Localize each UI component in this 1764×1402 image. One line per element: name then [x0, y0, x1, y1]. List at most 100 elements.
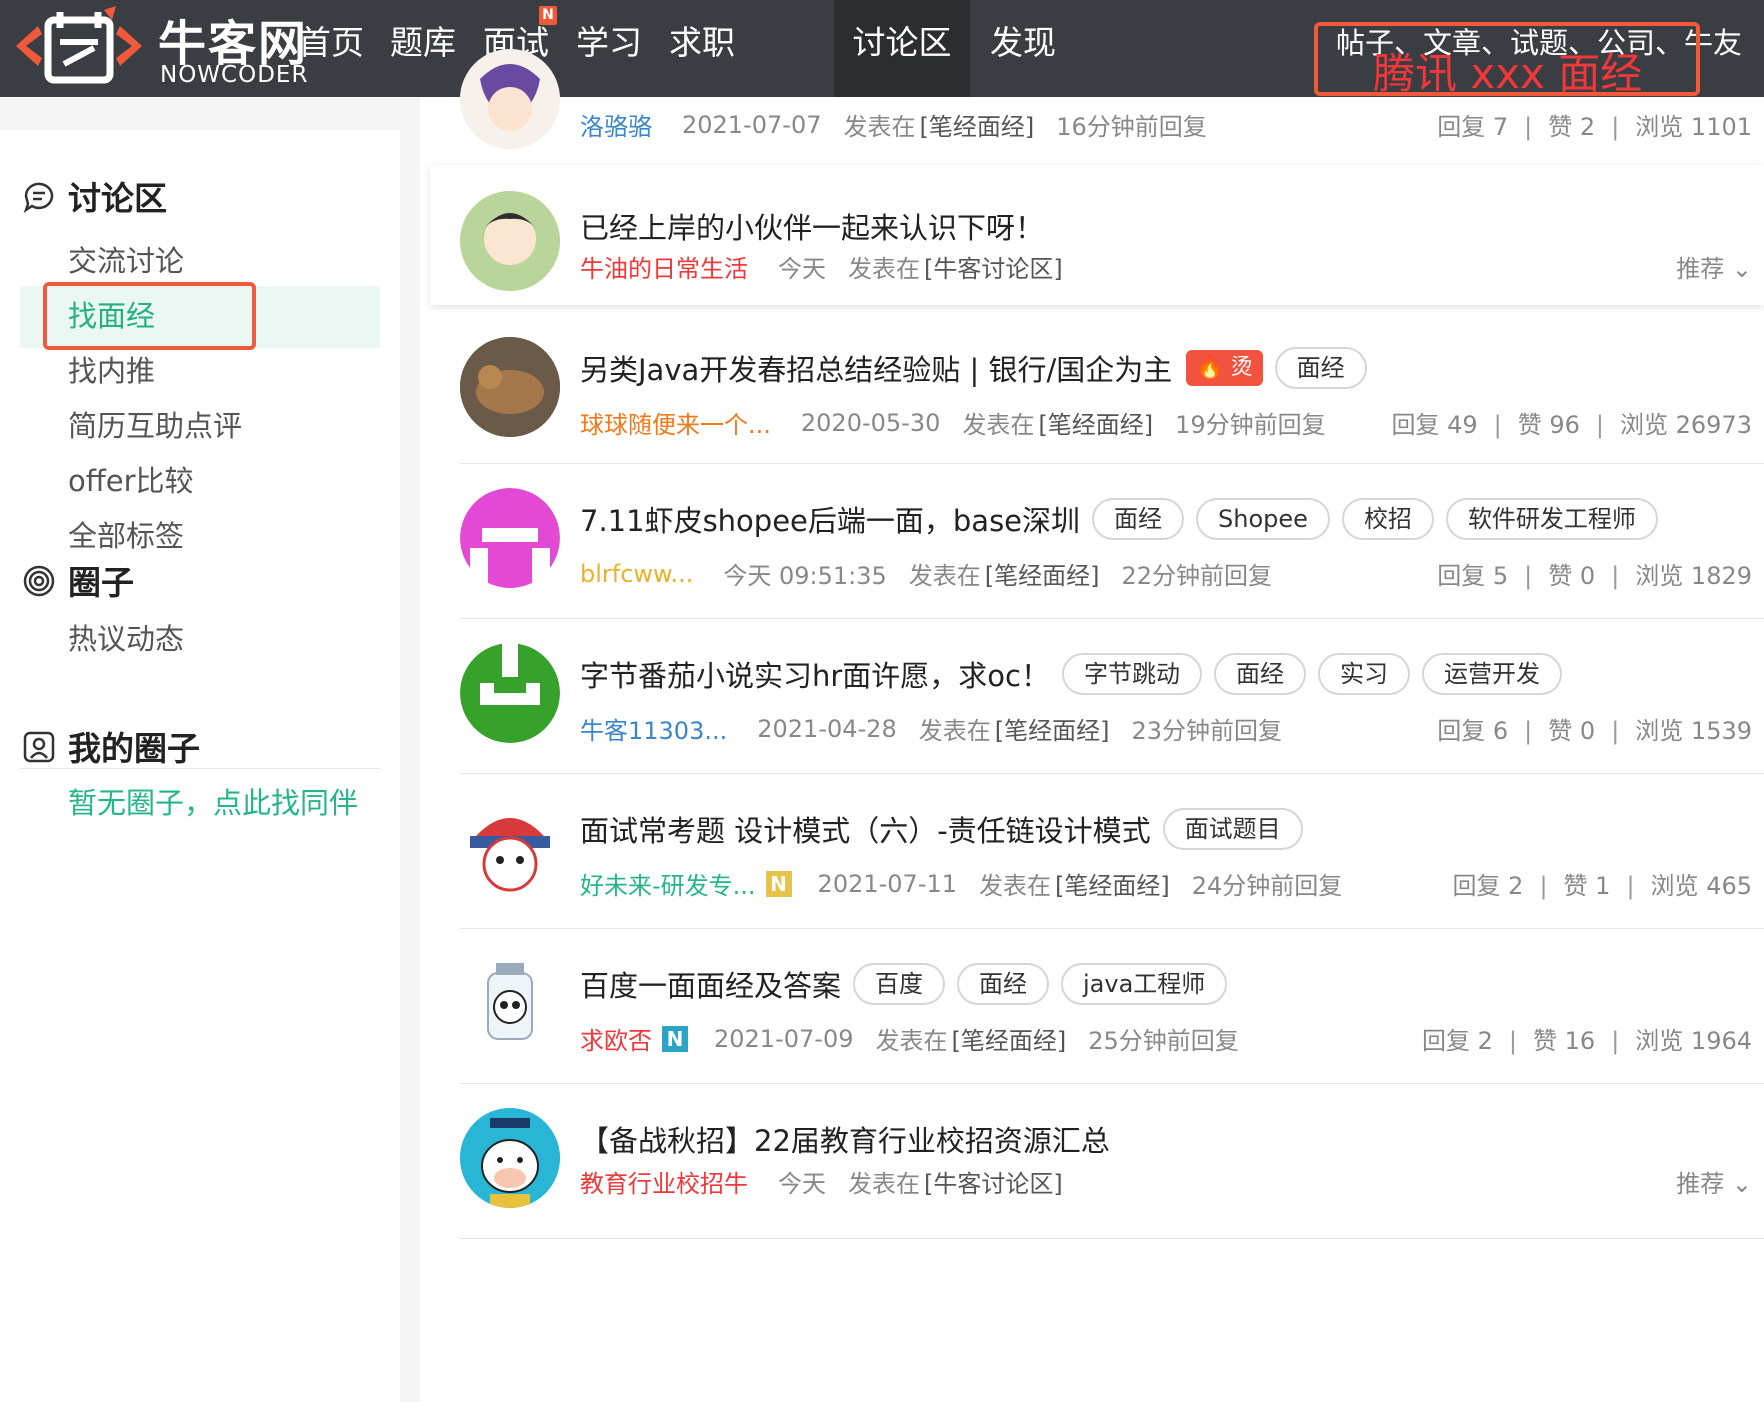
post-meta: 球球随便来一个... 2020-05-30 发表在 [笔经面经] 19分钟前回复: [580, 405, 1326, 440]
post-tag[interactable]: 运营开发: [1422, 653, 1562, 695]
views-label: 浏览: [1635, 113, 1684, 141]
nav-jobs[interactable]: 求职: [647, 0, 757, 97]
post-item[interactable]: 【备战秋招】22届教育行业校招资源汇总 教育行业校招牛 今天 发表在 [牛客讨论…: [420, 1084, 1764, 1239]
post-board[interactable]: [笔经面经]: [919, 107, 1034, 142]
user-avatar[interactable]: [460, 643, 560, 743]
post-board[interactable]: [笔经面经]: [995, 711, 1110, 746]
post-author[interactable]: 牛客11303...: [580, 711, 727, 746]
post-board[interactable]: [牛客讨论区]: [924, 249, 1063, 284]
likes-label: 赞: [1517, 411, 1542, 439]
nowcoder-logo[interactable]: 牛客网 NOWCODER: [8, 0, 308, 97]
views-label: 浏览: [1620, 411, 1668, 439]
post-meta: blrfcww... 今天 09:51:35 发表在 [笔经面经] 22分钟前回…: [580, 556, 1272, 591]
post-author[interactable]: 牛油的日常生活: [580, 249, 748, 284]
post-title-text: 面试常考题 设计模式（六）-责任链设计模式: [580, 814, 1151, 848]
post-tag[interactable]: 面经: [1214, 653, 1306, 695]
post-title[interactable]: 已经上岸的小伙伴一起来认识下呀！: [580, 205, 1044, 247]
post-meta: 教育行业校招牛 今天 发表在 [牛客讨论区]: [580, 1164, 1085, 1199]
post-item[interactable]: 洛骆骆 2021-07-07 发表在 [笔经面经] 16分钟前回复 回复 7 | 赞…: [420, 49, 1764, 164]
replies-label: 回复: [1452, 872, 1501, 900]
post-board[interactable]: [笔经面经]: [1038, 405, 1153, 440]
user-avatar[interactable]: [460, 798, 560, 898]
post-title[interactable]: 字节番茄小说实习hr面许愿，求oc！ 字节跳动 面经 实习 运营开发: [580, 653, 1562, 695]
post-title-text: 【备战秋招】22届教育行业校招资源汇总: [580, 1124, 1110, 1158]
post-tag[interactable]: 面经: [1274, 347, 1367, 389]
circle-title-label: 圈子: [68, 563, 134, 602]
post-title[interactable]: 面试常考题 设计模式（六）-责任链设计模式 面试题目: [580, 808, 1303, 850]
post-title[interactable]: 另类Java开发春招总结经验贴 | 银行/国企为主 🔥 烫 面经: [580, 347, 1367, 389]
post-tag[interactable]: 百度: [853, 963, 946, 1005]
post-tag[interactable]: 软件研发工程师: [1445, 498, 1658, 540]
post-board[interactable]: [笔经面经]: [951, 1021, 1066, 1056]
post-title[interactable]: 7.11虾皮shopee后端一面，base深圳 面经 Shopee 校招 软件研…: [580, 498, 1658, 540]
sidebar-item-all-tags[interactable]: 全部标签: [68, 513, 184, 555]
nav-discussion[interactable]: 讨论区: [834, 0, 970, 97]
post-title[interactable]: 【备战秋招】22届教育行业校招资源汇总: [580, 1118, 1110, 1160]
post-date: 2021-07-09: [714, 1024, 854, 1053]
post-tag[interactable]: Shopee: [1196, 498, 1330, 540]
post-divider: [460, 1238, 1764, 1239]
sidebar-item-referral[interactable]: 找内推: [68, 348, 155, 390]
new-user-badge: N: [662, 1025, 688, 1052]
post-item[interactable]: 另类Java开发春招总结经验贴 | 银行/国企为主 🔥 烫 面经 球球随便来一个…: [420, 319, 1764, 464]
post-author[interactable]: 球球随便来一个...: [580, 405, 771, 440]
post-meta: 牛油的日常生活 今天 发表在 [牛客讨论区]: [580, 249, 1085, 284]
post-stats: 回复 5 | 赞 0 | 浏览 1829: [1437, 562, 1752, 590]
post-author[interactable]: 教育行业校招牛: [580, 1164, 748, 1199]
likes-count: 0: [1579, 562, 1596, 590]
sidebar-item-resume-review[interactable]: 简历互助点评: [68, 403, 242, 445]
nav-discover[interactable]: 发现: [968, 0, 1078, 97]
avatar-cartoon-boy-icon: [460, 191, 560, 291]
post-author[interactable]: 求欧否: [580, 1021, 652, 1056]
post-board[interactable]: [笔经面经]: [1055, 866, 1170, 901]
user-avatar[interactable]: [460, 191, 560, 291]
sidebar-item-hot-topics[interactable]: 热议动态: [68, 616, 184, 658]
post-board[interactable]: [笔经面经]: [985, 556, 1100, 591]
post-item[interactable]: 字节番茄小说实习hr面许愿，求oc！ 字节跳动 面经 实习 运营开发 牛客113…: [420, 619, 1764, 774]
post-item[interactable]: 已经上岸的小伙伴一起来认识下呀！ 牛油的日常生活 今天 发表在 [牛客讨论区] …: [420, 165, 1764, 305]
post-title[interactable]: 百度一面面经及答案 百度 面经 java工程师: [580, 963, 1228, 1005]
replies-count: 49: [1447, 411, 1478, 439]
likes-label: 赞: [1548, 717, 1573, 745]
post-item[interactable]: 7.11虾皮shopee后端一面，base深圳 面经 Shopee 校招 软件研…: [420, 464, 1764, 619]
post-tag[interactable]: java工程师: [1061, 963, 1228, 1005]
post-board[interactable]: [牛客讨论区]: [924, 1164, 1063, 1199]
post-tag[interactable]: 面经: [1092, 498, 1185, 540]
post-tag[interactable]: 校招: [1341, 498, 1434, 540]
recommend-dropdown[interactable]: 推荐 ⌄: [1676, 1164, 1752, 1199]
find-partners-link[interactable]: 暂无圈子，点此找同伴: [68, 780, 358, 822]
post-tag[interactable]: 实习: [1318, 653, 1410, 695]
user-avatar[interactable]: [460, 488, 560, 588]
post-tag[interactable]: 面试题目: [1162, 808, 1303, 850]
sidebar-item-offer-compare[interactable]: offer比较: [68, 458, 194, 500]
post-date: 今天: [778, 1170, 826, 1198]
views-label: 浏览: [1635, 717, 1684, 745]
avatar-identicon-green-icon: [460, 643, 560, 743]
post-date: 今天 09:51:35: [723, 562, 887, 590]
post-title-text: 另类Java开发春招总结经验贴 | 银行/国企为主: [580, 353, 1173, 387]
sidebar: 讨论区 交流讨论 找面经 找内推 简历互助点评 offer比较 全部标签 圈子 …: [0, 130, 400, 1402]
post-item[interactable]: 百度一面面经及答案 百度 面经 java工程师 求欧否 N 2021-07-09…: [420, 929, 1764, 1084]
user-card-icon: [23, 731, 55, 763]
post-author[interactable]: blrfcww...: [580, 560, 693, 588]
post-meta: 好未来-研发专... N 2021-07-11 发表在 [笔经面经] 24分钟前…: [580, 866, 1342, 901]
my-circle-section-title: 我的圈子: [22, 722, 200, 770]
likes-label: 赞: [1548, 113, 1573, 141]
user-avatar[interactable]: [460, 953, 560, 1053]
avatar-cartoon-girl-icon: [460, 49, 560, 149]
views-count: 1964: [1690, 1027, 1752, 1055]
post-tag[interactable]: 面经: [957, 963, 1050, 1005]
post-tag[interactable]: 字节跳动: [1062, 653, 1202, 695]
sidebar-item-exchange[interactable]: 交流讨论: [68, 238, 184, 280]
user-avatar[interactable]: [460, 49, 560, 149]
replies-label: 回复: [1391, 411, 1440, 439]
post-author[interactable]: 好未来-研发专...: [580, 866, 756, 901]
post-item[interactable]: 面试常考题 设计模式（六）-责任链设计模式 面试题目 好未来-研发专... N …: [420, 774, 1764, 929]
user-avatar[interactable]: [460, 337, 560, 437]
post-author[interactable]: 洛骆骆: [580, 107, 652, 142]
user-avatar[interactable]: [460, 1108, 560, 1208]
circle-section-title: 圈子: [22, 556, 134, 604]
likes-count: 0: [1579, 717, 1596, 745]
discussion-title-label: 讨论区: [68, 179, 167, 218]
recommend-dropdown[interactable]: 推荐 ⌄: [1676, 249, 1752, 284]
